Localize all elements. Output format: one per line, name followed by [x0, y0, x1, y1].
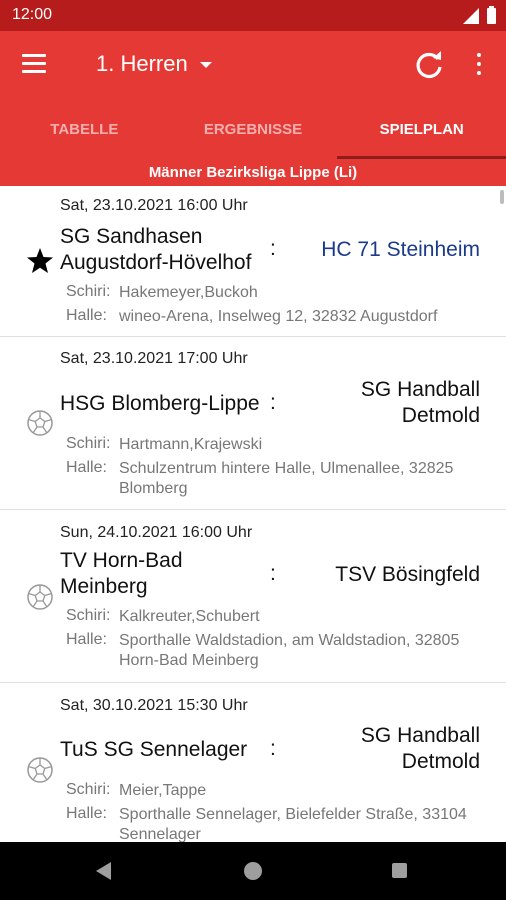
- refresh-icon[interactable]: [413, 49, 445, 81]
- navigation-bar: [0, 842, 506, 900]
- home-team: SG Sandhasen Augustdorf-Hövelhof: [60, 225, 252, 274]
- back-icon[interactable]: [96, 862, 111, 880]
- hall-value: Sporthalle Sennelager, Bielefelder Straß…: [119, 806, 467, 842]
- away-team: TSV Bösingfeld: [335, 563, 480, 586]
- home-team: HSG Blomberg-Lippe: [60, 392, 260, 415]
- handball-icon[interactable]: [25, 582, 55, 612]
- status-time: 12:00: [12, 6, 53, 23]
- match-row[interactable]: Sat, 23.10.2021 17:00 Uhr HSG Blomberg-L…: [0, 337, 506, 510]
- referee-label: Schiri:: [66, 607, 111, 624]
- score-separator: :: [270, 737, 276, 760]
- team-selector[interactable]: 1. Herren: [96, 51, 212, 77]
- referee-value: Hakemeyer,Buckoh: [119, 284, 258, 301]
- score-separator: :: [270, 391, 276, 414]
- tab-spielplan[interactable]: SPIELPLAN: [337, 110, 506, 159]
- status-bar: 12:00: [0, 0, 506, 31]
- referee-label: Schiri:: [66, 435, 111, 452]
- match-date: Sat, 30.10.2021 15:30 Uhr: [60, 697, 248, 714]
- match-row[interactable]: Sat, 30.10.2021 15:30 Uhr TuS SG Sennela…: [0, 683, 506, 842]
- recent-apps-icon[interactable]: [392, 863, 407, 878]
- hall-value: Schulzentrum hintere Halle, Ulmenallee, …: [119, 460, 454, 497]
- hall-label: Halle:: [66, 805, 107, 822]
- away-team: SG Handball Detmold: [360, 378, 480, 427]
- hall-value: Sporthalle Waldstadion, am Waldstadion, …: [119, 632, 460, 669]
- referee-value: Hartmann,Krajewski: [119, 436, 263, 453]
- home-team: TuS SG Sennelager: [60, 738, 248, 761]
- more-vert-icon[interactable]: [470, 53, 488, 79]
- signal-icon: [463, 8, 479, 24]
- system-icons: [463, 6, 496, 24]
- hall-label: Halle:: [66, 307, 107, 324]
- score-separator: :: [270, 237, 276, 260]
- home-icon[interactable]: [244, 862, 262, 880]
- tab-ergebnisse[interactable]: ERGEBNISSE: [169, 110, 338, 159]
- away-team: SG Handball Detmold: [360, 724, 480, 773]
- hall-value: wineo-Arena, Inselweg 12, 32832 Augustdo…: [119, 308, 438, 325]
- match-date: Sun, 24.10.2021 16:00 Uhr: [60, 524, 253, 541]
- score-separator: :: [270, 562, 276, 585]
- referee-value: Kalkreuter,Schubert: [119, 608, 260, 625]
- handball-icon[interactable]: [25, 408, 55, 438]
- home-team: TV Horn-Bad Meinberg: [60, 549, 183, 598]
- league-header: Männer Bezirksliga Lippe (Li): [0, 159, 506, 186]
- referee-value: Meier,Tappe: [119, 782, 207, 799]
- match-date: Sat, 23.10.2021 17:00 Uhr: [60, 350, 248, 367]
- handball-icon[interactable]: [25, 755, 55, 785]
- menu-icon[interactable]: [22, 54, 48, 74]
- battery-icon: [487, 6, 496, 24]
- hall-label: Halle:: [66, 459, 107, 476]
- star-icon[interactable]: [25, 246, 55, 276]
- tab-tabelle[interactable]: TABELLE: [0, 110, 169, 159]
- referee-label: Schiri:: [66, 283, 111, 300]
- team-label: 1. Herren: [96, 51, 188, 76]
- hall-label: Halle:: [66, 631, 107, 648]
- match-date: Sat, 23.10.2021 16:00 Uhr: [60, 197, 248, 214]
- referee-label: Schiri:: [66, 781, 111, 798]
- tab-bar: TABELLE ERGEBNISSE SPIELPLAN: [0, 110, 506, 159]
- match-list: Sat, 23.10.2021 16:00 Uhr SG Sandhasen A…: [0, 186, 506, 842]
- chevron-down-icon: [199, 62, 212, 68]
- match-row[interactable]: Sat, 23.10.2021 16:00 Uhr SG Sandhasen A…: [0, 186, 506, 337]
- match-row[interactable]: Sun, 24.10.2021 16:00 Uhr TV Horn-Bad Me…: [0, 510, 506, 683]
- app-bar: 1. Herren TABELLE ERGEBNISSE SPIELPLAN: [0, 31, 506, 159]
- away-team: HC 71 Steinheim: [321, 238, 480, 261]
